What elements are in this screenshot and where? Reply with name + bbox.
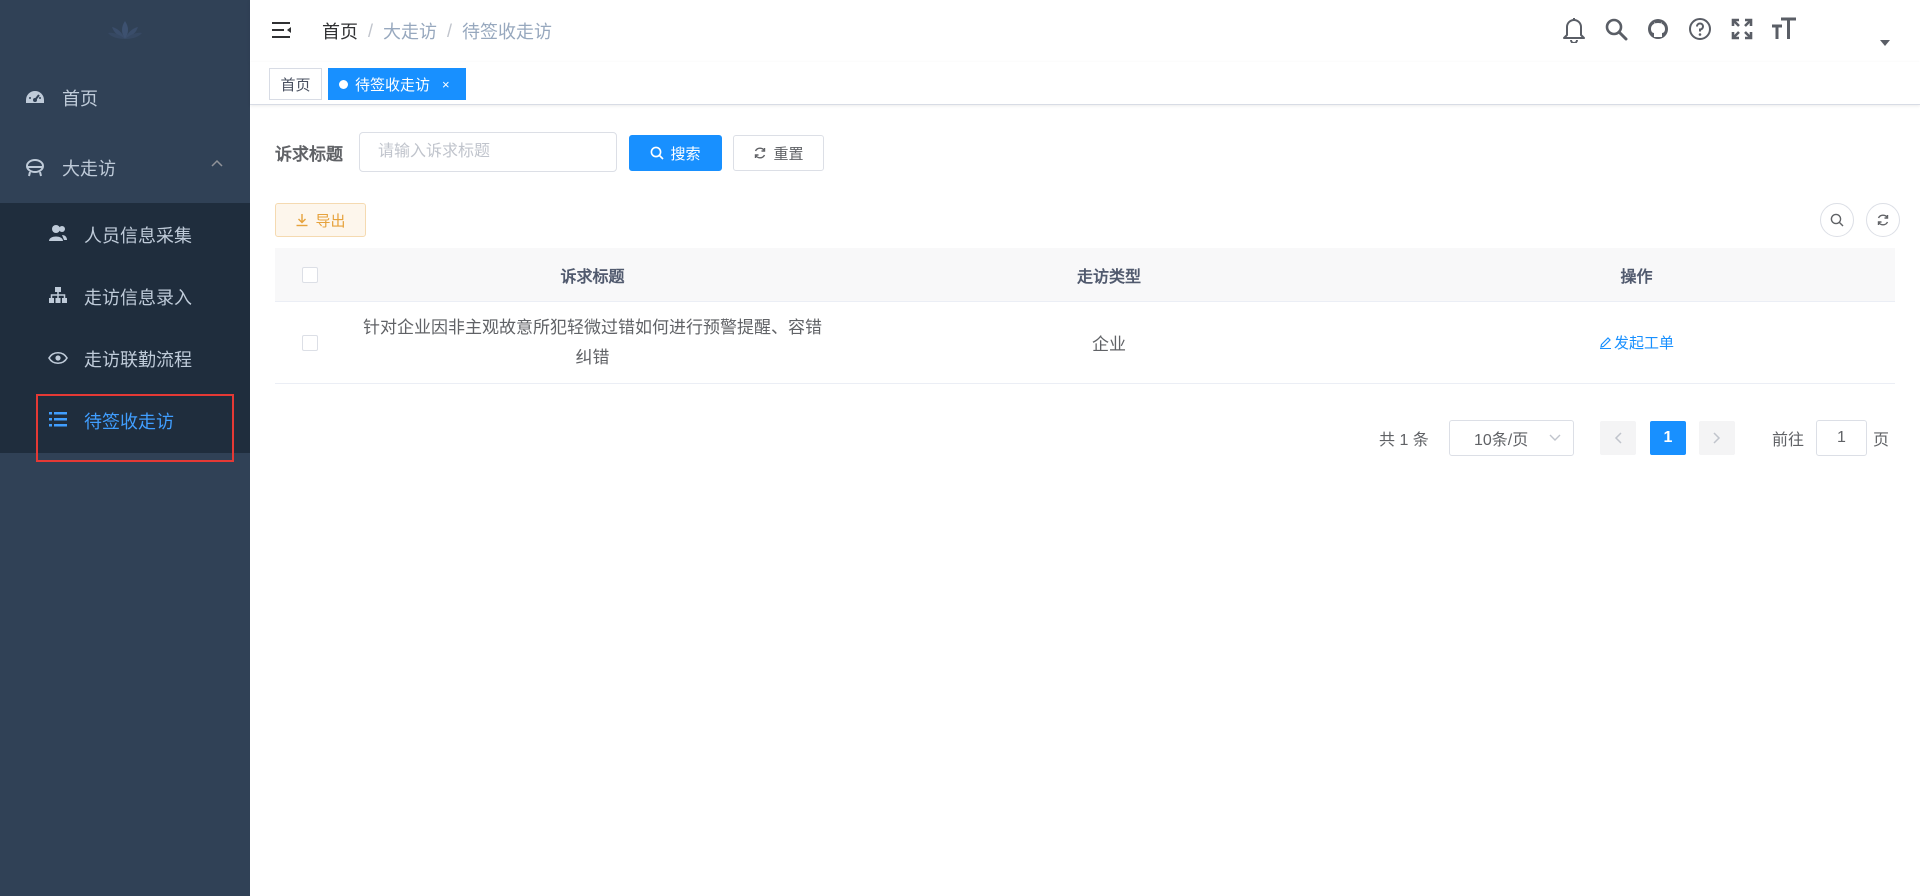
- chevron-right-icon: [1713, 432, 1721, 444]
- search-button[interactable]: 搜索: [629, 135, 722, 171]
- chevron-down-icon: [1549, 434, 1561, 441]
- start-work-order-label: 发起工单: [1613, 334, 1674, 352]
- column-header-type: 走访类型: [1076, 268, 1141, 286]
- search-icon[interactable]: [1602, 14, 1630, 44]
- hamburger-icon[interactable]: [270, 18, 294, 42]
- tags-view: 首页 待签收走访 ×: [250, 62, 1920, 105]
- sidebar: 首页 大走访 人员信息采集 走访信息录入 走访联勤流程 待签收走访: [0, 0, 250, 896]
- page-suffix-label: 页: [1873, 432, 1890, 449]
- breadcrumb-separator: /: [447, 20, 453, 41]
- download-icon: [296, 214, 308, 227]
- peoples-icon: [48, 224, 68, 247]
- page-size-value: 10条/页: [1474, 432, 1529, 449]
- breadcrumb-item-dazoufang: 大走访: [383, 22, 438, 42]
- select-all-checkbox[interactable]: [302, 266, 318, 283]
- refresh-table-button[interactable]: [1866, 203, 1900, 237]
- search-icon: [1830, 213, 1844, 227]
- search-button-label: 搜索: [670, 145, 701, 163]
- tag-label: 待签收走访: [355, 76, 431, 94]
- breadcrumb-item-home[interactable]: 首页: [322, 18, 358, 44]
- tree-icon: [48, 286, 68, 309]
- close-icon[interactable]: ×: [442, 77, 450, 92]
- question-icon[interactable]: [1686, 14, 1714, 44]
- start-work-order-link[interactable]: 发起工单: [1599, 332, 1674, 353]
- goto-page-input[interactable]: [1816, 420, 1867, 456]
- row-checkbox[interactable]: [302, 334, 318, 351]
- header-checkbox-cell: [275, 266, 345, 283]
- eye-icon: [48, 349, 68, 370]
- active-dot-icon: [339, 79, 348, 89]
- sidebar-item-label: 大走访: [62, 159, 116, 179]
- sidebar-item-home[interactable]: 首页: [0, 73, 250, 123]
- row-checkbox-cell: [275, 334, 345, 351]
- chevron-up-icon: [211, 159, 223, 167]
- visit-icon: [24, 157, 46, 179]
- lotus-logo-icon: [108, 21, 142, 39]
- sidebar-item-label: 首页: [62, 89, 98, 109]
- fullscreen-icon[interactable]: [1728, 14, 1756, 44]
- refresh-icon: [755, 147, 766, 159]
- breadcrumb-separator: /: [368, 20, 374, 41]
- column-header-title: 诉求标题: [560, 268, 625, 286]
- chevron-left-icon: [1614, 432, 1622, 444]
- prev-page-button[interactable]: [1600, 421, 1636, 455]
- page-size-select[interactable]: 10条/页: [1449, 420, 1574, 456]
- sidebar-item-label: 人员信息采集: [84, 226, 192, 246]
- sidebar-item-personnel-collection[interactable]: 人员信息采集: [0, 210, 250, 260]
- search-input[interactable]: [359, 132, 617, 172]
- export-button-label: 导出: [315, 212, 346, 230]
- next-page-button[interactable]: [1699, 421, 1735, 455]
- tag-home[interactable]: 首页: [269, 68, 322, 100]
- font-size-icon[interactable]: [1770, 14, 1798, 44]
- goto-label: 前往: [1772, 432, 1805, 449]
- table-header: 诉求标题 走访类型 操作: [275, 248, 1895, 302]
- page-number-current[interactable]: 1: [1650, 421, 1686, 455]
- github-icon[interactable]: [1644, 14, 1672, 44]
- edit-icon: [1599, 336, 1611, 349]
- tag-label: 首页: [280, 76, 311, 94]
- highlight-annotation-box: [36, 394, 234, 462]
- avatar-dropdown-caret-icon[interactable]: [1880, 40, 1890, 46]
- toggle-search-button[interactable]: [1820, 203, 1854, 237]
- search-icon: [651, 146, 665, 160]
- navbar: 首页 / 大走访 / 待签收走访: [250, 0, 1920, 62]
- sidebar-item-label: 走访信息录入: [84, 288, 192, 308]
- cell-title: 针对企业因非主观故意所犯轻微过错如何进行预警提醒、容错纠错: [363, 317, 822, 367]
- reset-button[interactable]: 重置: [733, 135, 824, 171]
- dashboard-icon: [24, 87, 46, 109]
- cell-actions: 发起工单: [1378, 332, 1895, 354]
- sidebar-item-dazoufang[interactable]: 大走访: [0, 142, 250, 194]
- bell-icon[interactable]: [1560, 14, 1588, 44]
- navbar-actions: [1560, 14, 1812, 44]
- tag-pending-visits[interactable]: 待签收走访 ×: [328, 68, 466, 100]
- reset-button-label: 重置: [773, 145, 804, 163]
- cell-type: 企业: [1092, 335, 1126, 354]
- export-button[interactable]: 导出: [275, 203, 366, 237]
- table-row: 针对企业因非主观故意所犯轻微过错如何进行预警提醒、容错纠错 企业 发起工单: [275, 302, 1895, 384]
- sidebar-item-visit-entry[interactable]: 走访信息录入: [0, 272, 250, 322]
- breadcrumb: 首页 / 大走访 / 待签收走访: [322, 18, 552, 44]
- pagination-total: 共 1 条: [1379, 432, 1429, 449]
- search-form-label: 诉求标题: [275, 145, 343, 164]
- sidebar-item-visit-workflow[interactable]: 走访联勤流程: [0, 334, 250, 384]
- column-header-actions: 操作: [1620, 268, 1653, 286]
- breadcrumb-item-current: 待签收走访: [462, 22, 553, 42]
- data-table: 诉求标题 走访类型 操作 针对企业因非主观故意所犯轻微过错如何进行预警提醒、容错…: [275, 248, 1895, 384]
- sidebar-item-label: 走访联勤流程: [84, 350, 192, 370]
- refresh-icon: [1877, 214, 1889, 226]
- logo: [0, 0, 250, 60]
